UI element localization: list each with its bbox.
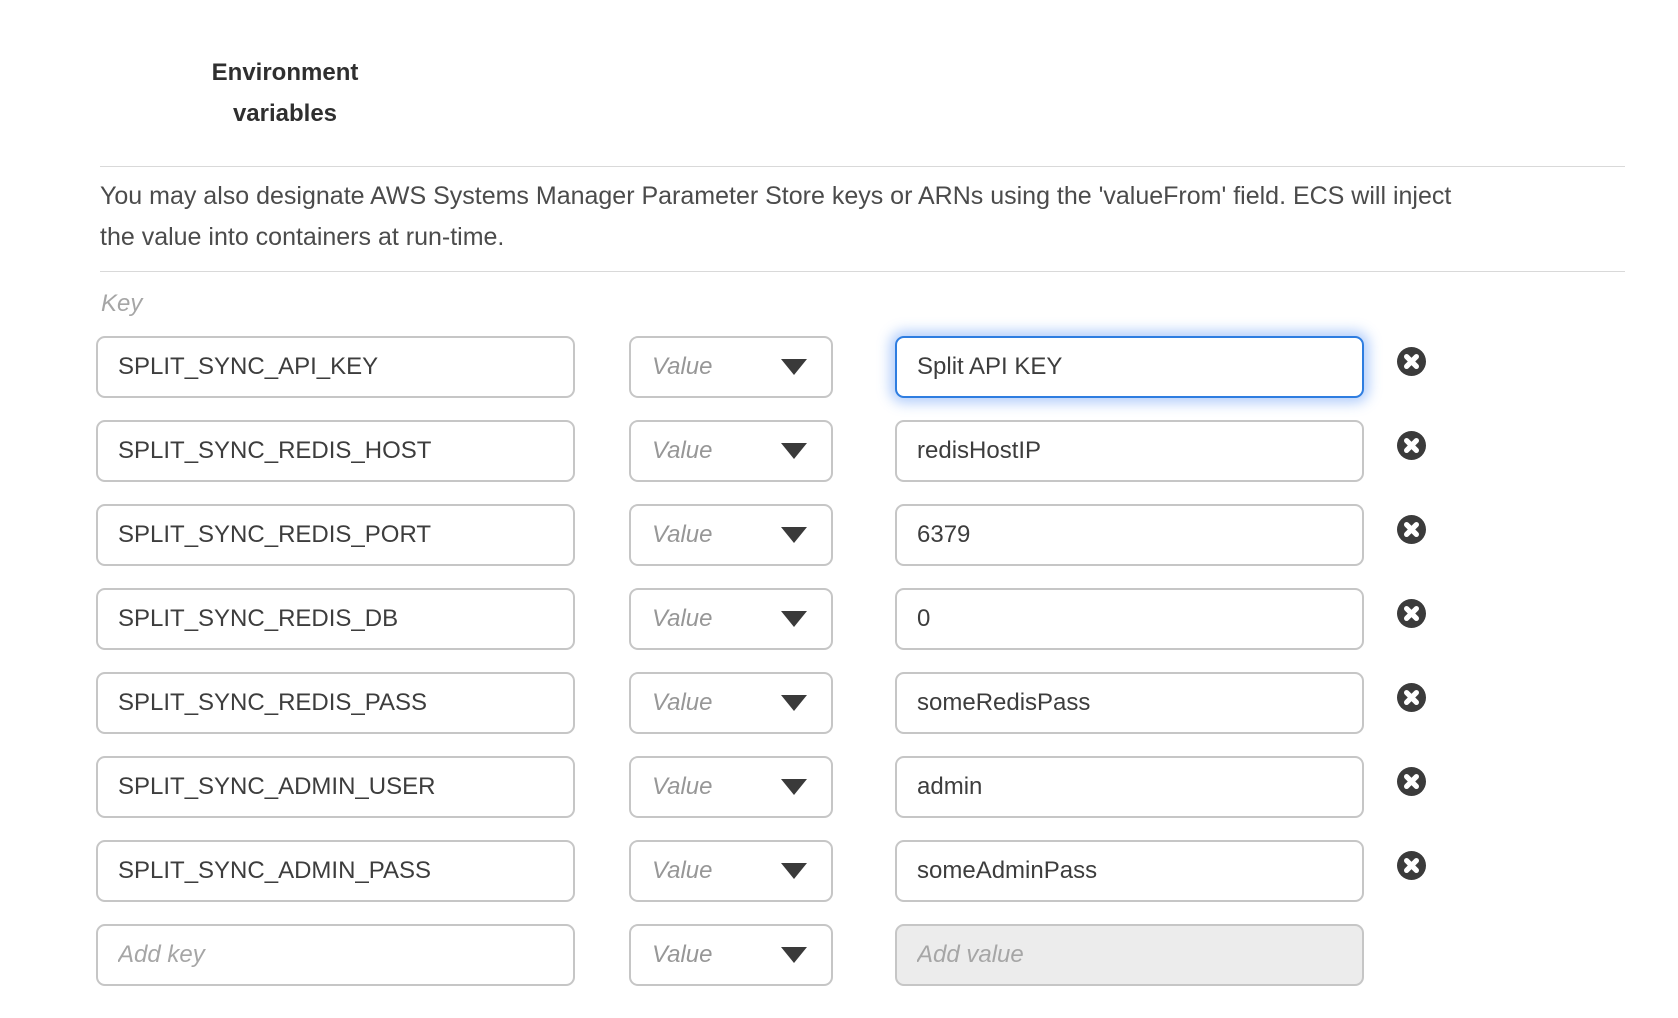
description-line-1: You may also designate AWS Systems Manag… xyxy=(100,176,1451,217)
value-input[interactable] xyxy=(895,672,1364,734)
env-var-row: Value xyxy=(0,924,1678,986)
key-input[interactable] xyxy=(96,504,575,566)
value-type-label: Value xyxy=(652,941,713,969)
chevron-down-icon xyxy=(781,695,807,711)
value-type-dropdown[interactable]: Value xyxy=(629,588,833,650)
divider-top xyxy=(100,166,1625,167)
field-label-environment-variables: Environment variables xyxy=(196,52,374,134)
chevron-down-icon xyxy=(781,863,807,879)
value-type-label: Value xyxy=(652,857,713,885)
value-type-dropdown[interactable]: Value xyxy=(629,672,833,734)
value-type-label: Value xyxy=(652,521,713,549)
value-input[interactable] xyxy=(895,504,1364,566)
value-type-dropdown[interactable]: Value xyxy=(629,504,833,566)
value-input[interactable] xyxy=(895,336,1364,398)
close-icon xyxy=(1397,767,1426,796)
remove-row-button[interactable] xyxy=(1397,431,1426,460)
add-key-input[interactable] xyxy=(96,924,575,986)
env-var-row: Value xyxy=(0,840,1678,902)
value-input[interactable] xyxy=(895,840,1364,902)
key-input[interactable] xyxy=(96,756,575,818)
close-icon xyxy=(1397,599,1426,628)
chevron-down-icon xyxy=(781,779,807,795)
env-var-row: Value xyxy=(0,420,1678,482)
value-type-dropdown[interactable]: Value xyxy=(629,336,833,398)
key-column-label: Key xyxy=(101,290,142,318)
chevron-down-icon xyxy=(781,359,807,375)
key-input[interactable] xyxy=(96,336,575,398)
value-type-label: Value xyxy=(652,353,713,381)
remove-row-button[interactable] xyxy=(1397,683,1426,712)
value-type-label: Value xyxy=(652,773,713,801)
close-icon xyxy=(1397,515,1426,544)
remove-row-button[interactable] xyxy=(1397,851,1426,880)
close-icon xyxy=(1397,431,1426,460)
env-var-row: Value xyxy=(0,756,1678,818)
remove-row-button[interactable] xyxy=(1397,599,1426,628)
close-icon xyxy=(1397,683,1426,712)
env-var-row: Value xyxy=(0,588,1678,650)
environment-variables-form: Environment variables You may also desig… xyxy=(0,0,1678,1018)
chevron-down-icon xyxy=(781,947,807,963)
value-input[interactable] xyxy=(895,420,1364,482)
value-type-dropdown[interactable]: Value xyxy=(629,924,833,986)
key-input[interactable] xyxy=(96,840,575,902)
key-input[interactable] xyxy=(96,420,575,482)
value-type-dropdown[interactable]: Value xyxy=(629,756,833,818)
divider-middle xyxy=(100,271,1625,272)
env-var-row: Value xyxy=(0,672,1678,734)
close-icon xyxy=(1397,851,1426,880)
remove-row-button[interactable] xyxy=(1397,347,1426,376)
key-input[interactable] xyxy=(96,672,575,734)
remove-row-button[interactable] xyxy=(1397,515,1426,544)
value-type-label: Value xyxy=(652,437,713,465)
chevron-down-icon xyxy=(781,527,807,543)
value-type-label: Value xyxy=(652,605,713,633)
env-var-row: Value xyxy=(0,504,1678,566)
value-type-label: Value xyxy=(652,689,713,717)
close-icon xyxy=(1397,347,1426,376)
value-type-dropdown[interactable]: Value xyxy=(629,840,833,902)
value-type-dropdown[interactable]: Value xyxy=(629,420,833,482)
description-line-2: the value into containers at run-time. xyxy=(100,217,1451,258)
value-input[interactable] xyxy=(895,756,1364,818)
key-input[interactable] xyxy=(96,588,575,650)
add-value-input[interactable] xyxy=(895,924,1364,986)
chevron-down-icon xyxy=(781,611,807,627)
env-var-rows: Value Value Value xyxy=(0,336,1678,1008)
remove-row-button[interactable] xyxy=(1397,767,1426,796)
description-text: You may also designate AWS Systems Manag… xyxy=(100,176,1451,258)
chevron-down-icon xyxy=(781,443,807,459)
value-input[interactable] xyxy=(895,588,1364,650)
env-var-row: Value xyxy=(0,336,1678,398)
